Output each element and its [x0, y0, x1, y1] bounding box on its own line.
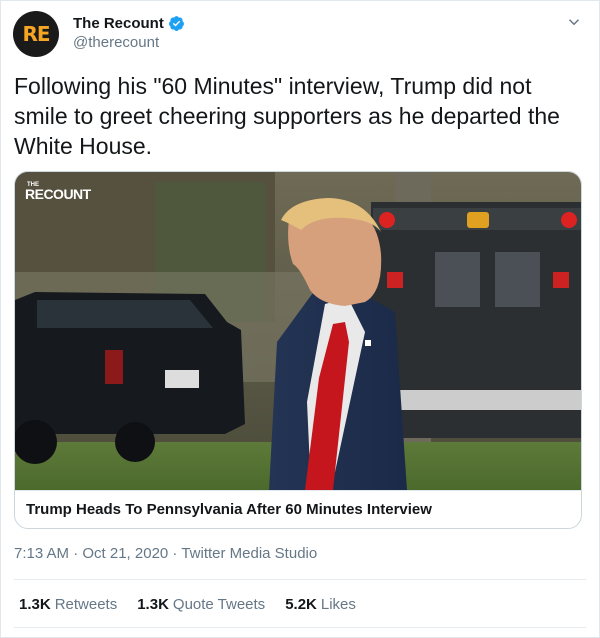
retweets-stat[interactable]: 1.3K Retweets — [19, 596, 117, 613]
display-name[interactable]: The Recount — [73, 15, 164, 32]
verified-badge-icon — [168, 15, 184, 31]
tweet-header: RE The Recount @therecount — [13, 11, 587, 57]
avatar[interactable]: RE — [13, 11, 59, 57]
media-card[interactable]: THE RECOUNT Trump Heads To Pennsylvania … — [14, 171, 582, 529]
tweet-card: RE The Recount @therecount Following his… — [0, 0, 600, 638]
divider — [14, 627, 586, 628]
tweet-text: Following his "60 Minutes" interview, Tr… — [14, 73, 560, 159]
likes-label: Likes — [320, 596, 356, 613]
retweets-label: Retweets — [54, 596, 118, 613]
media-caption[interactable]: Trump Heads To Pennsylvania After 60 Min… — [15, 490, 581, 528]
divider — [14, 579, 586, 580]
likes-stat[interactable]: 5.2K Likes — [285, 596, 356, 613]
video-frame-image: THE RECOUNT — [15, 172, 581, 490]
handle[interactable]: @therecount — [73, 34, 185, 51]
watermark: RECOUNT — [25, 186, 92, 202]
likes-count: 5.2K — [285, 596, 317, 613]
tweet-meta[interactable]: 7:13 AM · Oct 21, 2020 · Twitter Media S… — [14, 545, 317, 562]
chevron-down-icon[interactable] — [565, 13, 583, 31]
author-names[interactable]: The Recount @therecount — [73, 13, 185, 51]
engagement-stats: 1.3K Retweets 1.3K Quote Tweets 5.2K Likes — [19, 596, 376, 613]
quote-tweets-stat[interactable]: 1.3K Quote Tweets — [137, 596, 265, 613]
quote-count: 1.3K — [137, 596, 169, 613]
video-thumbnail[interactable]: THE RECOUNT — [15, 172, 581, 490]
quote-label: Quote Tweets — [172, 596, 266, 613]
retweets-count: 1.3K — [19, 596, 51, 613]
